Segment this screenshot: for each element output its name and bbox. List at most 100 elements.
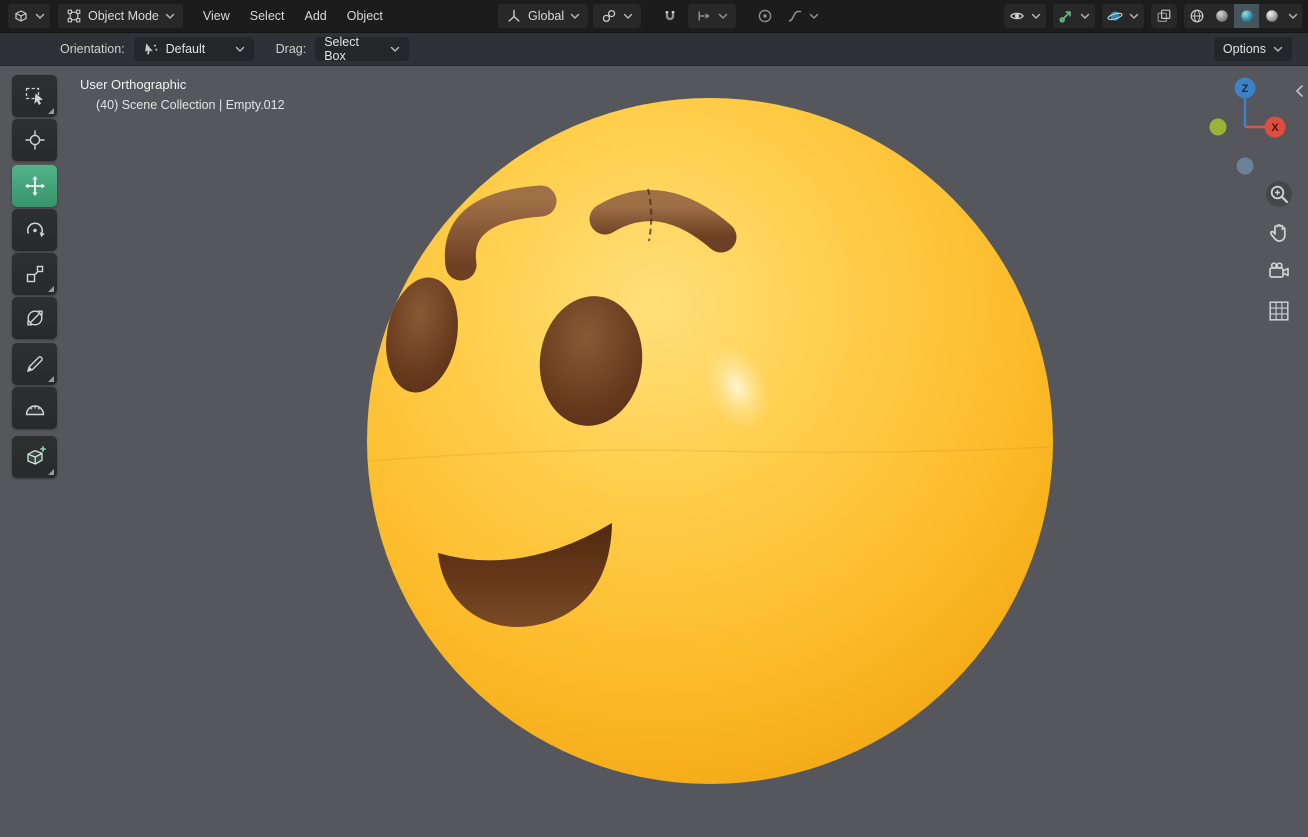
axis-x-label: X — [1271, 122, 1279, 134]
scale-icon — [26, 265, 43, 283]
tweak-cursor-icon — [144, 43, 158, 55]
viewport-side-controls — [1266, 181, 1292, 324]
view-mode-label: User Orthographic — [80, 77, 187, 92]
sidebar-collapse-arrow[interactable] — [1294, 84, 1306, 98]
drag-select-value: Select Box — [324, 35, 359, 63]
drag-label: Drag: — [275, 42, 307, 56]
measure-icon — [25, 405, 44, 416]
tool-rotate[interactable] — [12, 209, 57, 251]
navigation-gizmo[interactable]: Z X — [1200, 74, 1290, 178]
snap-toggle[interactable] — [657, 4, 683, 28]
cursor-icon — [25, 130, 44, 150]
pan-hand-icon — [1270, 224, 1286, 242]
chevron-down-icon — [1129, 13, 1139, 19]
snap-magnet-icon — [665, 11, 675, 21]
object-mode-icon — [67, 9, 81, 23]
chevron-down-icon — [1288, 13, 1298, 19]
shading-rendered-icon — [1265, 10, 1278, 22]
shading-rendered-button[interactable] — [1259, 4, 1284, 28]
gizmo-axis-y-neg-ball[interactable] — [1209, 118, 1227, 136]
falloff-curve-icon — [788, 10, 802, 22]
shading-material-icon — [1240, 10, 1253, 22]
overlays-toggle-icon — [1107, 11, 1123, 21]
header-menus: View Select Add Object — [193, 0, 393, 33]
select-box-icon — [25, 87, 43, 105]
overlays-toggle[interactable] — [1102, 4, 1144, 28]
annotate-icon — [26, 356, 43, 372]
add-cube-icon — [26, 446, 46, 465]
toolbar — [12, 75, 57, 480]
shading-material-button[interactable] — [1234, 4, 1259, 28]
proportional-editing-toggle[interactable] — [752, 4, 778, 28]
menu-add[interactable]: Add — [295, 0, 337, 33]
transform-icon — [26, 310, 43, 326]
viewport-header: Object Mode View Select Add Object Globa… — [0, 0, 1308, 33]
drag-select[interactable]: Select Box — [315, 35, 410, 63]
orientation-axis-icon — [508, 9, 520, 22]
emoji-3d-object[interactable] — [367, 95, 1053, 787]
chevron-down-icon — [570, 13, 580, 19]
chevron-down-icon — [718, 13, 728, 19]
tool-annotate[interactable] — [12, 343, 57, 385]
shading-options-dropdown[interactable] — [1284, 4, 1302, 28]
axis-z-label: Z — [1242, 83, 1249, 95]
shading-wireframe-button[interactable] — [1184, 4, 1209, 28]
tool-measure[interactable] — [12, 387, 57, 429]
snap-target-icon — [698, 11, 711, 21]
move-icon — [24, 176, 45, 196]
gizmos-toggle[interactable] — [1053, 4, 1095, 28]
tool-select-box[interactable] — [12, 75, 57, 117]
grid-icon — [1269, 301, 1289, 321]
tool-transform[interactable] — [12, 297, 57, 339]
tool-add-cube[interactable] — [12, 436, 57, 478]
orientation-select-value: Default — [165, 42, 206, 56]
pan-button[interactable] — [1266, 220, 1292, 246]
orientation-select[interactable]: Default — [133, 37, 254, 61]
viewport-canvas[interactable]: User Orthographic (40) Scene Collection … — [0, 66, 1308, 837]
chevron-down-icon — [35, 13, 45, 19]
shading-wireframe-icon — [1190, 9, 1203, 23]
proportional-falloff-select[interactable] — [783, 4, 823, 28]
chevron-down-icon — [1080, 13, 1090, 19]
xray-toggle[interactable] — [1151, 4, 1177, 28]
active-object-label: (40) Scene Collection | Empty.012 — [96, 98, 285, 112]
visibility-eye-icon — [1010, 12, 1024, 20]
proportional-editing-icon — [758, 9, 772, 23]
chevron-down-icon — [809, 13, 819, 19]
gizmo-toggle-icon — [1059, 11, 1071, 23]
menu-select[interactable]: Select — [240, 0, 295, 33]
shading-solid-icon — [1215, 10, 1228, 22]
tool-move[interactable] — [12, 165, 57, 207]
editor-type-icon — [15, 10, 27, 22]
object-visibility-dropdown[interactable] — [1004, 4, 1046, 28]
gizmo-axis-z-neg-ball[interactable] — [1236, 157, 1254, 175]
ortho-grid-button[interactable] — [1266, 298, 1292, 324]
editor-type-select[interactable] — [8, 4, 50, 28]
tool-scale[interactable] — [12, 253, 57, 295]
shading-solid-button[interactable] — [1209, 4, 1234, 28]
pivot-point-icon — [602, 9, 616, 23]
chevron-down-icon — [235, 46, 244, 52]
mode-select-label: Object Mode — [88, 9, 159, 23]
shading-mode-group — [1184, 4, 1302, 28]
options-label: Options — [1222, 42, 1266, 56]
menu-view[interactable]: View — [193, 0, 240, 33]
pivot-point-select[interactable] — [593, 4, 642, 28]
tool-settings-bar: Orientation: Default Drag: Select Box Op… — [0, 33, 1308, 66]
menu-object[interactable]: Object — [337, 0, 393, 33]
snap-target-select[interactable] — [688, 4, 737, 28]
options-dropdown[interactable]: Options — [1213, 37, 1292, 61]
orientation-label: Orientation: — [60, 42, 125, 56]
zoom-icon — [1270, 185, 1289, 204]
rotate-icon — [26, 222, 45, 238]
mode-select[interactable]: Object Mode — [58, 4, 183, 28]
chevron-down-icon — [390, 46, 400, 52]
transform-orientation-select[interactable]: Global — [498, 4, 589, 28]
zoom-button[interactable] — [1266, 181, 1292, 207]
camera-view-button[interactable] — [1266, 259, 1292, 285]
tool-cursor[interactable] — [12, 119, 57, 161]
chevron-down-icon — [623, 13, 633, 19]
camera-icon — [1269, 262, 1289, 278]
transform-orientation-label: Global — [528, 9, 565, 23]
emoji-head-sphere[interactable] — [367, 98, 1053, 784]
